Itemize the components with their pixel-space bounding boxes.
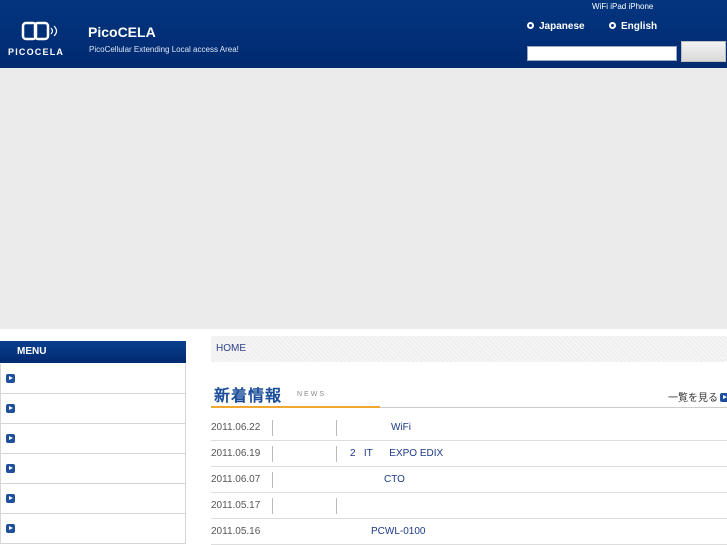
sidebar-item[interactable]	[0, 454, 186, 484]
news-date: 2011.05.17	[211, 500, 261, 511]
hero-banner	[0, 68, 727, 329]
radio-dot-icon	[527, 22, 534, 29]
news-divider	[272, 498, 273, 514]
breadcrumb-home-link[interactable]: HOME	[216, 343, 246, 354]
lang-japanese-label: Japanese	[539, 21, 585, 32]
logo-mark-icon	[21, 21, 58, 41]
site-title: PicoCELA	[88, 24, 156, 40]
news-date: 2011.06.07	[211, 474, 261, 485]
news-item: 2011.06.07 CTO	[211, 467, 727, 493]
menu-title: MENU	[0, 341, 186, 364]
sidebar-item[interactable]	[0, 484, 186, 514]
search-input[interactable]	[527, 46, 677, 61]
news-title: 新着情報	[214, 388, 283, 405]
news-divider	[272, 420, 273, 436]
arrow-right-icon	[6, 404, 15, 413]
news-item: 2011.05.16 PCWL-0100	[211, 519, 727, 545]
logo-text: PICOCELA	[8, 47, 65, 57]
news-underline-accent	[211, 406, 380, 408]
lang-japanese-link[interactable]: Japanese	[527, 21, 585, 32]
lang-english-link[interactable]: English	[609, 21, 657, 32]
top-note: WiFi iPad iPhone	[592, 2, 654, 11]
site-logo[interactable]: PICOCELA	[8, 20, 72, 60]
news-link[interactable]: WiFi	[391, 422, 411, 433]
news-subtitle: NEWS	[297, 391, 326, 398]
site-tagline: PicoCellular Extending Local access Area…	[89, 45, 239, 54]
news-item: 2011.05.17	[211, 493, 727, 519]
news-link[interactable]: CTO	[384, 474, 405, 485]
arrow-right-icon	[720, 393, 727, 402]
arrow-right-icon	[6, 374, 15, 383]
news-link[interactable]: 2 IT EXPO EDIX	[350, 448, 443, 459]
news-divider	[336, 498, 337, 514]
news-underline	[380, 407, 727, 408]
see-all-label: 一覧を見る	[668, 393, 718, 404]
news-date: 2011.05.16	[211, 526, 261, 537]
news-divider	[272, 472, 273, 488]
news-item: 2011.06.19 2 IT EXPO EDIX	[211, 441, 727, 467]
arrow-right-icon	[6, 524, 15, 533]
sidebar-item[interactable]	[0, 364, 186, 394]
breadcrumb: HOME	[211, 336, 727, 362]
news-date: 2011.06.22	[211, 422, 261, 433]
news-date: 2011.06.19	[211, 448, 261, 459]
news-list: 2011.06.22 WiFi 2011.06.19 2 IT EXPO EDI…	[211, 415, 727, 545]
sidebar-item[interactable]	[0, 394, 186, 424]
lang-english-label: English	[621, 21, 658, 32]
site-header: PICOCELA PicoCELA PicoCellular Extending…	[0, 0, 727, 68]
arrow-right-icon	[6, 464, 15, 473]
news-divider	[336, 420, 337, 436]
news-divider	[272, 446, 273, 462]
radio-dot-icon	[609, 22, 616, 29]
see-all-link[interactable]: 一覧を見る	[668, 389, 727, 404]
sidebar-item[interactable]	[0, 424, 186, 454]
news-divider	[336, 446, 337, 462]
news-item: 2011.06.22 WiFi	[211, 415, 727, 441]
news-link[interactable]: PCWL-0100	[371, 526, 425, 537]
arrow-right-icon	[6, 494, 15, 503]
sidebar-item[interactable]	[0, 514, 186, 544]
arrow-right-icon	[6, 434, 15, 443]
search-button[interactable]	[681, 41, 726, 62]
sidebar-menu: MENU	[0, 341, 186, 544]
news-header: 新着情報 NEWS 一覧を見る	[211, 380, 727, 408]
